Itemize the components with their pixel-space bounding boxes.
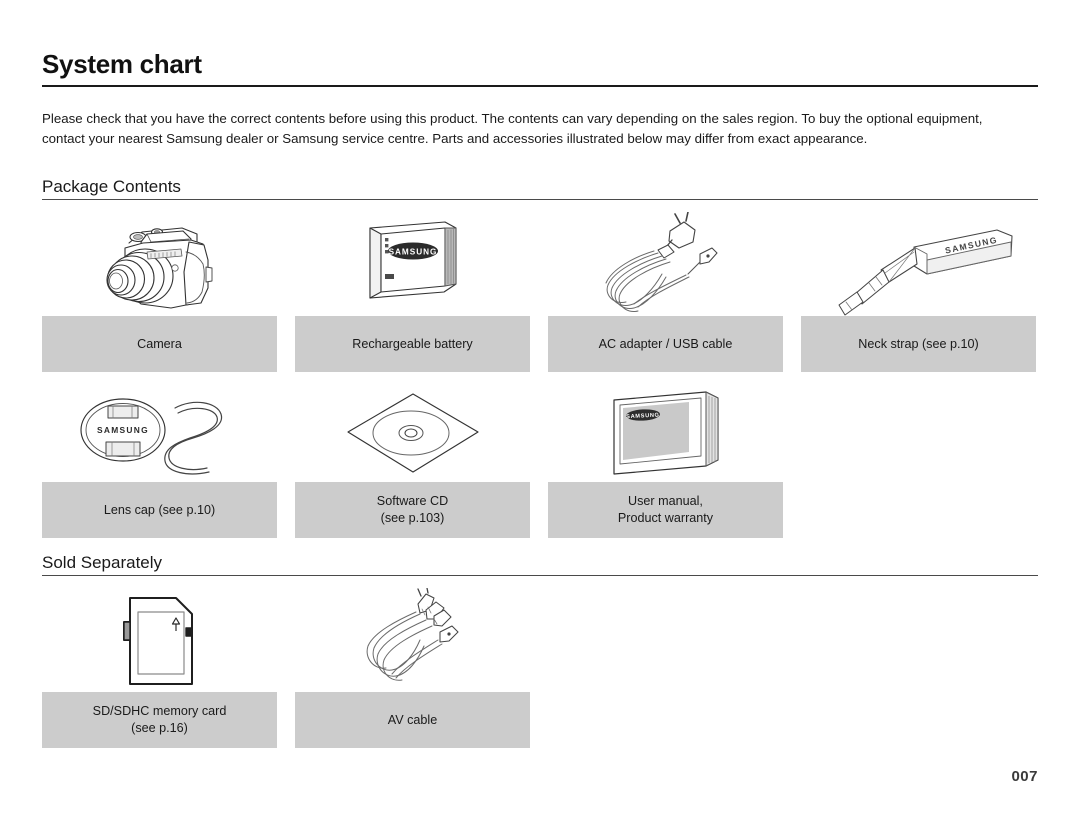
item-user-manual: SAMSUNG User manual, Product warranty (548, 384, 783, 539)
item-label-line1: Software CD (376, 494, 449, 509)
rechargeable-battery-illustration: SAMSUNG (295, 212, 530, 316)
svg-text:SAMSUNG: SAMSUNG (388, 248, 437, 257)
neck-strap-illustration: SAMSUNG (801, 212, 1036, 316)
section-divider-package-contents (42, 199, 1038, 201)
item-label: AV cable (295, 692, 530, 749)
item-label-line1: Neck strap (see p.10) (858, 336, 979, 351)
sd-sdhc-memory-card-illustration (42, 588, 277, 692)
item-label-line1: SD/SDHC memory card (92, 704, 227, 719)
item-label-line1: Camera (137, 336, 182, 351)
ac-adapter-usb-cable-illustration (548, 212, 783, 316)
user-manual-illustration: SAMSUNG (548, 384, 783, 482)
item-camera: Camera (42, 212, 277, 373)
item-label: SD/SDHC memory card (see p.16) (42, 692, 277, 749)
page-number: 007 (1011, 768, 1038, 785)
av-cable-illustration (295, 588, 530, 692)
item-label-line2: Product warranty (617, 511, 714, 526)
title-divider (42, 84, 1038, 87)
page-content: System chart Please check that you have … (42, 50, 1038, 760)
sold-separately-section: Sold Separately SD/SDHC memory card (see… (42, 552, 1038, 749)
item-label-line2: (see p.103) (380, 511, 445, 526)
item-label: Lens cap (see p.10) (42, 482, 277, 539)
item-label: Software CD (see p.103) (295, 482, 530, 539)
item-label: User manual, Product warranty (548, 482, 783, 539)
item-label: Neck strap (see p.10) (801, 316, 1036, 373)
item-row: SD/SDHC memory card (see p.16) AV cable (42, 588, 1038, 749)
item-label: Camera (42, 316, 277, 373)
item-row: Camera SAMSUNG Rechargeable battery AC a… (42, 212, 1038, 373)
item-label-line1: User manual, (628, 494, 703, 509)
section-heading-package-contents: Package Contents (42, 176, 181, 196)
software-cd-illustration (295, 384, 530, 482)
item-neck-strap: SAMSUNG Neck strap (see p.10) (801, 212, 1036, 373)
document-page: System chart Please check that you have … (0, 0, 1080, 815)
item-label-line1: Lens cap (see p.10) (103, 502, 216, 517)
camera-illustration (42, 212, 277, 316)
item-label-line1: Rechargeable battery (352, 336, 473, 351)
item-software-cd: Software CD (see p.103) (295, 384, 530, 539)
page-title: System chart (42, 49, 202, 79)
item-sd-sdhc-memory-card: SD/SDHC memory card (see p.16) (42, 588, 277, 749)
section-divider-sold-separately (42, 575, 1038, 577)
item-label: AC adapter / USB cable (548, 316, 783, 373)
item-lens-cap: SAMSUNG Lens cap (see p.10) (42, 384, 277, 539)
item-rechargeable-battery: SAMSUNG Rechargeable battery (295, 212, 530, 373)
item-label: Rechargeable battery (295, 316, 530, 373)
item-av-cable: AV cable (295, 588, 530, 749)
item-label-line2: (see p.16) (131, 721, 188, 736)
section-heading-sold-separately: Sold Separately (42, 553, 163, 573)
svg-text:SAMSUNG: SAMSUNG (97, 425, 149, 435)
item-ac-adapter-usb-cable: AC adapter / USB cable (548, 212, 783, 373)
intro-paragraph: Please check that you have the correct c… (42, 110, 983, 147)
item-row: SAMSUNG Lens cap (see p.10) Software CD … (42, 384, 1038, 539)
item-label-line1: AV cable (387, 712, 438, 727)
lens-cap-illustration: SAMSUNG (42, 384, 277, 482)
item-label-line1: AC adapter / USB cable (598, 336, 733, 351)
